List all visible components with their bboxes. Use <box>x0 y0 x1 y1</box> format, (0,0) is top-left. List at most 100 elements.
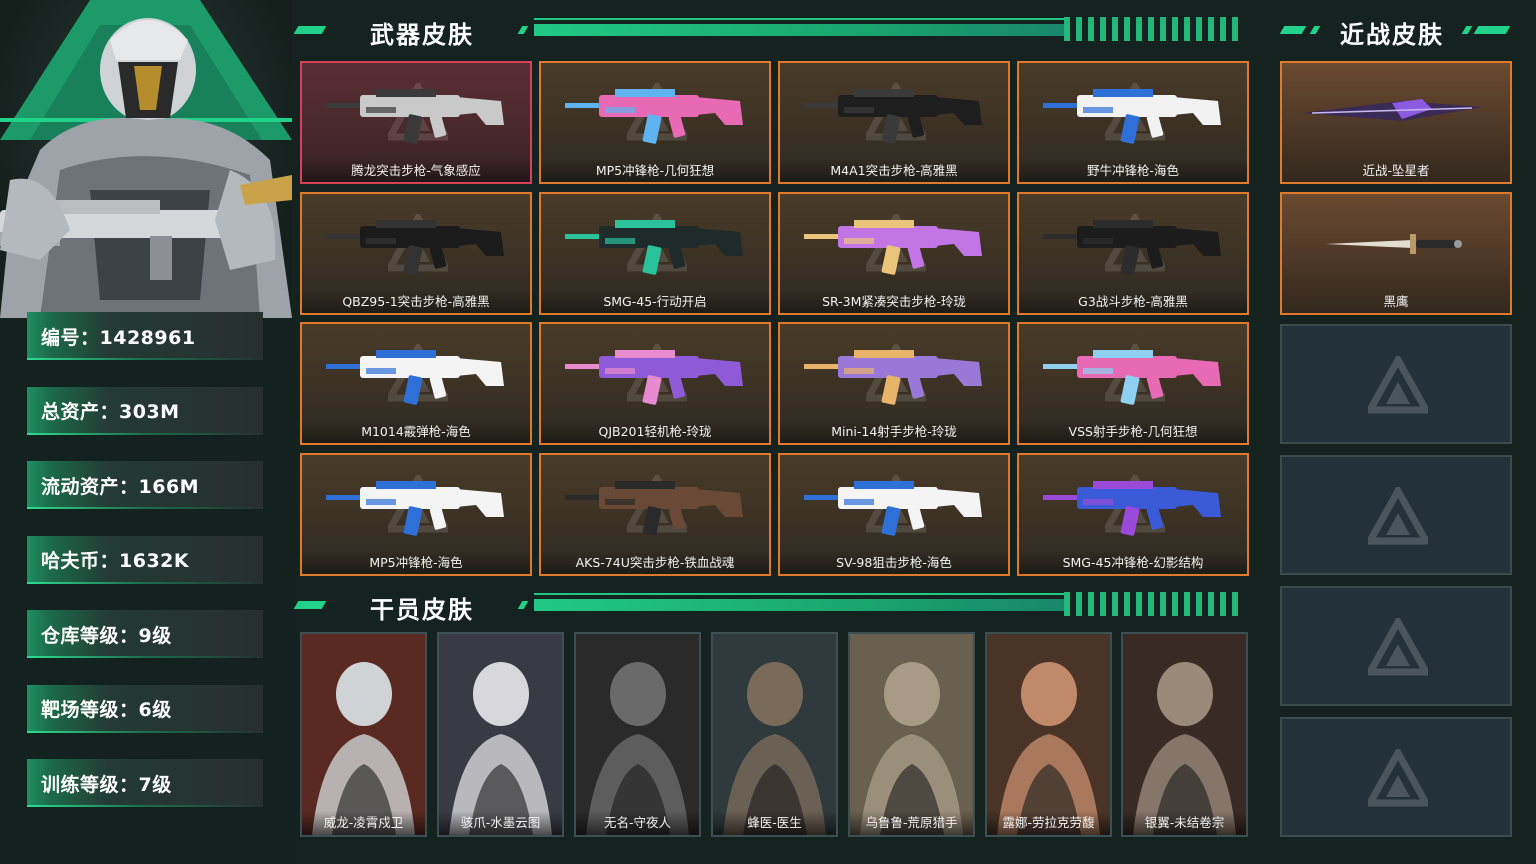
knife-render-icon <box>1302 99 1482 121</box>
operator-skin-name: 银翼-未结卷宗 <box>1123 811 1246 835</box>
stat-label: 流动资产：166M <box>41 475 200 498</box>
dagger-render-icon <box>1326 234 1462 254</box>
weapon-skin-card[interactable]: MP5冲锋枪-海色 <box>300 453 532 576</box>
weapon-skin-card[interactable]: SMG-45冲锋枪-幻影结构 <box>1017 453 1249 576</box>
operator-skin-name: 乌鲁鲁-荒原猎手 <box>850 811 973 835</box>
operator-skin-card[interactable]: 乌鲁鲁-荒原猎手 <box>848 632 975 837</box>
weapon-render-icon <box>1043 481 1221 536</box>
melee-empty-slot[interactable] <box>1280 717 1512 837</box>
operator-skin-name: 蜂医-医生 <box>713 811 836 835</box>
operator-portrait-icon <box>576 634 699 835</box>
operator-portrait-icon <box>850 634 973 835</box>
weapon-skin-card[interactable]: M1014霰弹枪-海色 <box>300 322 532 445</box>
watermark-logo-icon <box>1368 749 1428 807</box>
melee-empty-slot[interactable] <box>1280 586 1512 706</box>
melee-skin-name: 近战-坠星者 <box>1362 163 1430 178</box>
weapon-skin-card[interactable]: SMG-45-行动开启 <box>539 192 771 315</box>
melee-empty-slot[interactable] <box>1280 455 1512 575</box>
weapon-skin-card[interactable]: MP5冲锋枪-几何狂想 <box>539 61 771 184</box>
weapon-render-icon <box>804 220 982 275</box>
operators-section-header: 干员皮肤 <box>292 590 1252 624</box>
weapon-skin-name: M4A1突击步枪-高雅黑 <box>780 160 1008 182</box>
stat-warehouse-level: 仓库等级：9级 <box>27 610 263 658</box>
watermark-logo-icon <box>1368 487 1428 545</box>
weapon-skin-name: MP5冲锋枪-海色 <box>302 552 530 574</box>
weapon-skin-name: MP5冲锋枪-几何狂想 <box>541 160 769 182</box>
weapon-skin-name: 腾龙突击步枪-气象感应 <box>302 160 530 182</box>
operator-skin-name: 露娜-劳拉克劳馥 <box>987 811 1110 835</box>
weapon-skin-card[interactable]: G3战斗步枪-高雅黑 <box>1017 192 1249 315</box>
operator-skin-name: 骇爪-水墨云图 <box>439 811 562 835</box>
weapon-skin-card[interactable]: Mini-14射手步枪-玲珑 <box>778 322 1010 445</box>
operator-skin-name: 无名-守夜人 <box>576 811 699 835</box>
operator-skin-card[interactable]: 银翼-未结卷宗 <box>1121 632 1248 837</box>
weapon-skin-card[interactable]: VSS射手步枪-几何狂想 <box>1017 322 1249 445</box>
operator-skin-name: 威龙-凌霄戍卫 <box>302 811 425 835</box>
stat-label: 训练等级：7级 <box>41 773 172 796</box>
operators-section-title: 干员皮肤 <box>370 596 474 624</box>
weapon-render-icon <box>1043 220 1221 275</box>
operator-portrait-icon <box>1123 634 1246 835</box>
weapon-skin-card[interactable]: QBZ95-1突击步枪-高雅黑 <box>300 192 532 315</box>
melee-section-title: 近战皮肤 <box>1340 21 1444 49</box>
stat-label: 靶场等级：6级 <box>41 699 172 721</box>
stat-coins: 哈夫币：1632K <box>27 535 263 584</box>
profile-stats: 编号：1428961 总资产：303M 流动资产：166M 哈夫币：1632K … <box>27 312 263 834</box>
operator-portrait-icon <box>439 634 562 835</box>
melee-skin-card[interactable]: 近战-坠星者 <box>1280 61 1512 184</box>
stat-liquid-assets: 流动资产：166M <box>27 461 263 509</box>
melee-skin-name: 黑鹰 <box>1383 294 1409 309</box>
operator-skin-card[interactable]: 无名-守夜人 <box>574 632 701 837</box>
weapon-render-icon <box>1043 89 1221 144</box>
stat-label: 总资产：303M <box>41 401 180 423</box>
operator-figure-icon <box>0 18 292 318</box>
watermark-logo-icon <box>1368 618 1428 676</box>
operator-portrait-icon <box>302 634 425 835</box>
weapon-render-icon <box>326 481 504 536</box>
weapon-skin-name: M1014霰弹枪-海色 <box>302 421 530 443</box>
weapon-skin-name: VSS射手步枪-几何狂想 <box>1019 421 1247 443</box>
weapon-skin-name: SR-3M紧凑突击步枪-玲珑 <box>780 291 1008 313</box>
weapon-render-icon <box>1043 350 1221 405</box>
weapon-render-icon <box>326 350 504 405</box>
weapon-skin-name: QBZ95-1突击步枪-高雅黑 <box>302 291 530 313</box>
stat-label: 仓库等级：9级 <box>41 624 172 647</box>
stat-training-level: 训练等级：7级 <box>27 759 263 807</box>
weapon-skin-name: QJB201轻机枪-玲珑 <box>541 421 769 443</box>
stat-range-level: 靶场等级：6级 <box>27 684 263 733</box>
weapon-skin-name: AKS-74U突击步枪-铁血战魂 <box>541 552 769 574</box>
weapon-skin-card[interactable]: AKS-74U突击步枪-铁血战魂 <box>539 453 771 576</box>
weapon-render-icon <box>326 89 504 144</box>
weapon-render-icon <box>565 89 743 144</box>
stat-label: 哈夫币：1632K <box>41 550 190 572</box>
profile-panel: 编号：1428961 总资产：303M 流动资产：166M 哈夫币：1632K … <box>0 0 292 864</box>
weapon-render-icon <box>804 481 982 536</box>
operator-skin-card[interactable]: 蜂医-医生 <box>711 632 838 837</box>
melee-empty-slot[interactable] <box>1280 324 1512 444</box>
stat-player-id: 编号：1428961 <box>27 312 263 360</box>
weapon-skin-name: SMG-45-行动开启 <box>541 291 769 313</box>
weapon-skin-name: 野牛冲锋枪-海色 <box>1019 160 1247 182</box>
weapon-skin-name: SV-98狙击步枪-海色 <box>780 552 1008 574</box>
operator-portrait-icon <box>987 634 1110 835</box>
weapon-skin-card[interactable]: M4A1突击步枪-高雅黑 <box>778 61 1010 184</box>
operator-portrait-icon <box>713 634 836 835</box>
stat-total-assets: 总资产：303M <box>27 386 263 435</box>
weapon-skin-card[interactable]: 腾龙突击步枪-气象感应 <box>300 61 532 184</box>
watermark-logo-icon <box>1368 356 1428 414</box>
operator-portrait <box>0 0 292 318</box>
melee-skin-card[interactable]: 黑鹰 <box>1280 192 1512 315</box>
operator-skin-card[interactable]: 骇爪-水墨云图 <box>437 632 564 837</box>
weapon-skin-card[interactable]: QJB201轻机枪-玲珑 <box>539 322 771 445</box>
weapons-section-header: 武器皮肤 <box>292 15 1252 49</box>
weapon-skin-name: G3战斗步枪-高雅黑 <box>1019 291 1247 313</box>
weapon-skin-card[interactable]: 野牛冲锋枪-海色 <box>1017 61 1249 184</box>
weapon-skin-card[interactable]: SV-98狙击步枪-海色 <box>778 453 1010 576</box>
operator-skin-card[interactable]: 威龙-凌霄戍卫 <box>300 632 427 837</box>
weapon-render-icon <box>565 220 743 275</box>
weapon-render-icon <box>804 89 982 144</box>
weapon-render-icon <box>804 350 982 405</box>
weapon-skin-card[interactable]: SR-3M紧凑突击步枪-玲珑 <box>778 192 1010 315</box>
operator-skin-card[interactable]: 露娜-劳拉克劳馥 <box>985 632 1112 837</box>
weapon-render-icon <box>565 481 743 536</box>
